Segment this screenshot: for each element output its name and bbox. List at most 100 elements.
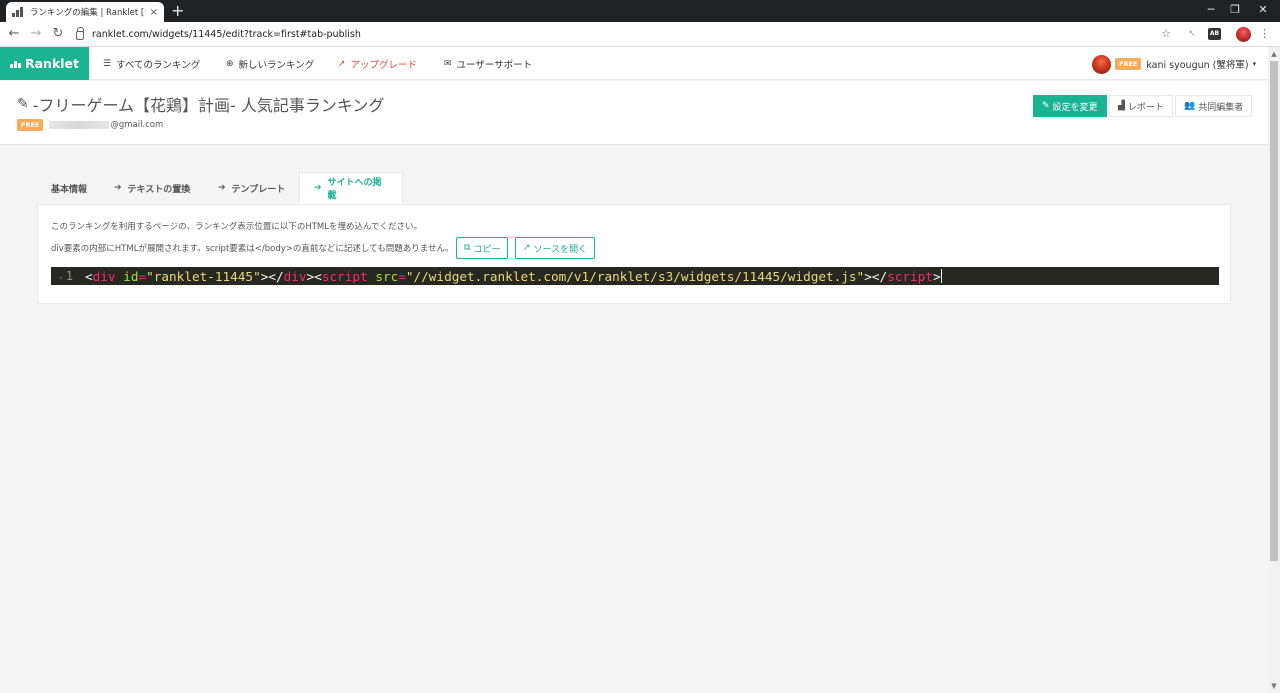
nav-label: 新しいランキング: [238, 59, 315, 71]
fold-icon[interactable]: ‹: [59, 274, 63, 282]
scroll-thumb[interactable]: [1270, 61, 1278, 561]
redacted-email: [49, 121, 110, 129]
code-token: "//widget.ranklet.com/v1/ranklet/s3/widg…: [405, 268, 865, 284]
embed-note: div要素の内部にHTMLが展開されます。script要素は</body>の直前…: [51, 244, 454, 254]
forward-arrow-icon[interactable]: →: [27, 25, 45, 43]
code-token: script: [321, 268, 368, 284]
embed-code-editor[interactable]: ‹ 1 <div id="ranklet-11445"></div><script …: [51, 267, 1219, 285]
plus-circle-icon: ⊕: [226, 58, 234, 69]
browser-titlebar: ランキングの編集 | Ranklet [ランクレット] × + ─ ❐ ✕: [0, 0, 1280, 22]
tab-label: テキストの置換: [127, 184, 191, 195]
tab-close-icon[interactable]: ×: [150, 7, 158, 18]
nav-all-rankings[interactable]: ☰ すべてのランキング: [103, 47, 200, 80]
external-link-icon: ↗: [523, 243, 531, 253]
user-name: kani syougun (蟹将軍): [1146, 60, 1249, 71]
plan-badge: FREE: [1115, 58, 1142, 70]
brand-name: Ranklet: [24, 56, 79, 71]
tab-label: テンプレート: [231, 184, 286, 195]
nav-label: すべてのランキング: [116, 59, 201, 71]
reload-icon[interactable]: ↻: [49, 25, 67, 43]
bookmark-star-icon[interactable]: ☆: [1159, 26, 1173, 42]
extension-icon[interactable]: ↖: [1186, 26, 1198, 42]
code-token: div: [92, 268, 116, 284]
browser-toolbar: ← → ↻ ranklet.com/widgets/11445/edit?tra…: [0, 22, 1280, 47]
code-token: <: [85, 268, 93, 284]
code-line: <div id="ranklet-11445"></div><script sr…: [85, 269, 941, 284]
owner-info: FREE @gmail.com: [17, 119, 163, 131]
code-token: ><: [306, 268, 322, 284]
text-cursor: [940, 269, 942, 283]
page-title: ✎ -フリーゲーム【花鶏】計画- 人気記事ランキング: [17, 92, 384, 116]
code-token: =: [398, 268, 406, 284]
embed-instructions: このランキングを利用するページの、ランキング表示位置に以下のHTMLを埋め込んで…: [51, 222, 423, 232]
nav-label: ユーザーサポート: [456, 59, 533, 71]
edit-icon: ✎: [1042, 101, 1050, 111]
ranking-title: -フリーゲーム【花鶏】計画- 人気記事ランキング: [32, 96, 385, 115]
collaborators-button[interactable]: 👥 共同編集者: [1175, 95, 1253, 117]
code-token: script: [887, 268, 933, 284]
button-label: ソースを開く: [533, 244, 588, 255]
caret-down-icon: ▾: [1252, 60, 1257, 68]
nav-label: アップグレード: [350, 59, 418, 71]
profile-avatar[interactable]: [1236, 27, 1251, 42]
tab-template[interactable]: ➔ テンプレート: [204, 172, 299, 204]
ranklet-favicon-icon: [12, 7, 24, 17]
arrow-right-icon: ➔: [314, 183, 322, 193]
app-navbar: Ranklet ☰ すべてのランキング ⊕ 新しいランキング ➚ アップグレード…: [0, 47, 1268, 80]
new-tab-button[interactable]: +: [171, 1, 184, 21]
user-menu[interactable]: FREE kani syougun (蟹将軍) ▾: [1092, 54, 1256, 74]
browser-tab-title: ランキングの編集 | Ranklet [ランクレット]: [30, 8, 146, 18]
tab-label: 基本情報: [51, 184, 88, 195]
code-token: >: [932, 268, 941, 284]
back-arrow-icon[interactable]: ←: [5, 25, 23, 43]
code-token: ></: [260, 268, 284, 284]
window-maximize-button[interactable]: ❐: [1220, 0, 1250, 22]
code-token: id: [123, 268, 139, 284]
line-gutter: ‹ 1: [51, 269, 85, 283]
page-heading: ✎ -フリーゲーム【花鶏】計画- 人気記事ランキング FREE @gmail.c…: [0, 81, 1268, 145]
code-token: "ranklet-11445": [146, 268, 261, 284]
brand-logo[interactable]: Ranklet: [0, 47, 89, 80]
edit-settings-button[interactable]: ✎ 設定を変更: [1033, 95, 1107, 117]
list-icon: ☰: [103, 58, 112, 69]
report-button[interactable]: ▟ レポート: [1109, 95, 1173, 117]
tab-basic-info[interactable]: 基本情報: [37, 172, 101, 204]
edit-icon: ✎: [17, 96, 29, 112]
button-label: コピー: [473, 244, 501, 255]
line-number: 1: [65, 269, 73, 283]
browser-tab[interactable]: ランキングの編集 | Ranklet [ランクレット] ×: [6, 2, 164, 22]
lock-icon: [76, 27, 85, 40]
address-url: ranklet.com/widgets/11445/edit?track=fir…: [92, 29, 361, 40]
scroll-down-icon[interactable]: ▼: [1268, 679, 1280, 693]
tab-label: サイトへの掲載: [327, 178, 382, 201]
rocket-icon: ➚: [338, 58, 346, 69]
page-scrollbar[interactable]: ▲ ▼: [1268, 47, 1280, 693]
code-token: src: [375, 268, 399, 284]
envelope-icon: ✉: [444, 58, 452, 69]
edit-tabs: 基本情報 ➔ テキストの置換 ➔ テンプレート ➔ サイトへの掲載: [37, 172, 1231, 204]
scroll-up-icon[interactable]: ▲: [1268, 47, 1280, 61]
code-token: =: [138, 268, 147, 284]
browser-menu-icon[interactable]: ⋮: [1259, 26, 1270, 42]
code-token: div: [283, 268, 307, 284]
nav-user-support[interactable]: ✉ ユーザーサポート: [444, 47, 532, 80]
owner-email-suffix: @gmail.com: [110, 120, 164, 130]
open-source-button[interactable]: ↗ ソースを開く: [515, 237, 596, 259]
copy-icon: ⧉: [464, 243, 471, 253]
tab-text-replace[interactable]: ➔ テキストの置換: [100, 172, 204, 204]
bar-chart-icon: [9, 59, 21, 68]
nav-new-ranking[interactable]: ⊕ 新しいランキング: [226, 47, 314, 80]
ab-extension-icon[interactable]: AB: [1208, 28, 1221, 40]
users-icon: 👥: [1184, 101, 1196, 111]
area-chart-icon: ▟: [1118, 101, 1125, 111]
publish-panel: このランキングを利用するページの、ランキング表示位置に以下のHTMLを埋め込んで…: [37, 204, 1231, 304]
window-close-button[interactable]: ✕: [1248, 0, 1278, 22]
address-bar[interactable]: ranklet.com/widgets/11445/edit?track=fir…: [76, 25, 1176, 44]
owner-plan-badge: FREE: [17, 119, 44, 131]
arrow-right-icon: ➔: [114, 183, 122, 193]
tab-publish[interactable]: ➔ サイトへの掲載: [299, 172, 403, 204]
nav-upgrade[interactable]: ➚ アップグレード: [338, 47, 417, 80]
button-label: レポート: [1127, 102, 1164, 113]
button-label: 設定を変更: [1052, 102, 1098, 113]
copy-button[interactable]: ⧉ コピー: [456, 237, 509, 259]
